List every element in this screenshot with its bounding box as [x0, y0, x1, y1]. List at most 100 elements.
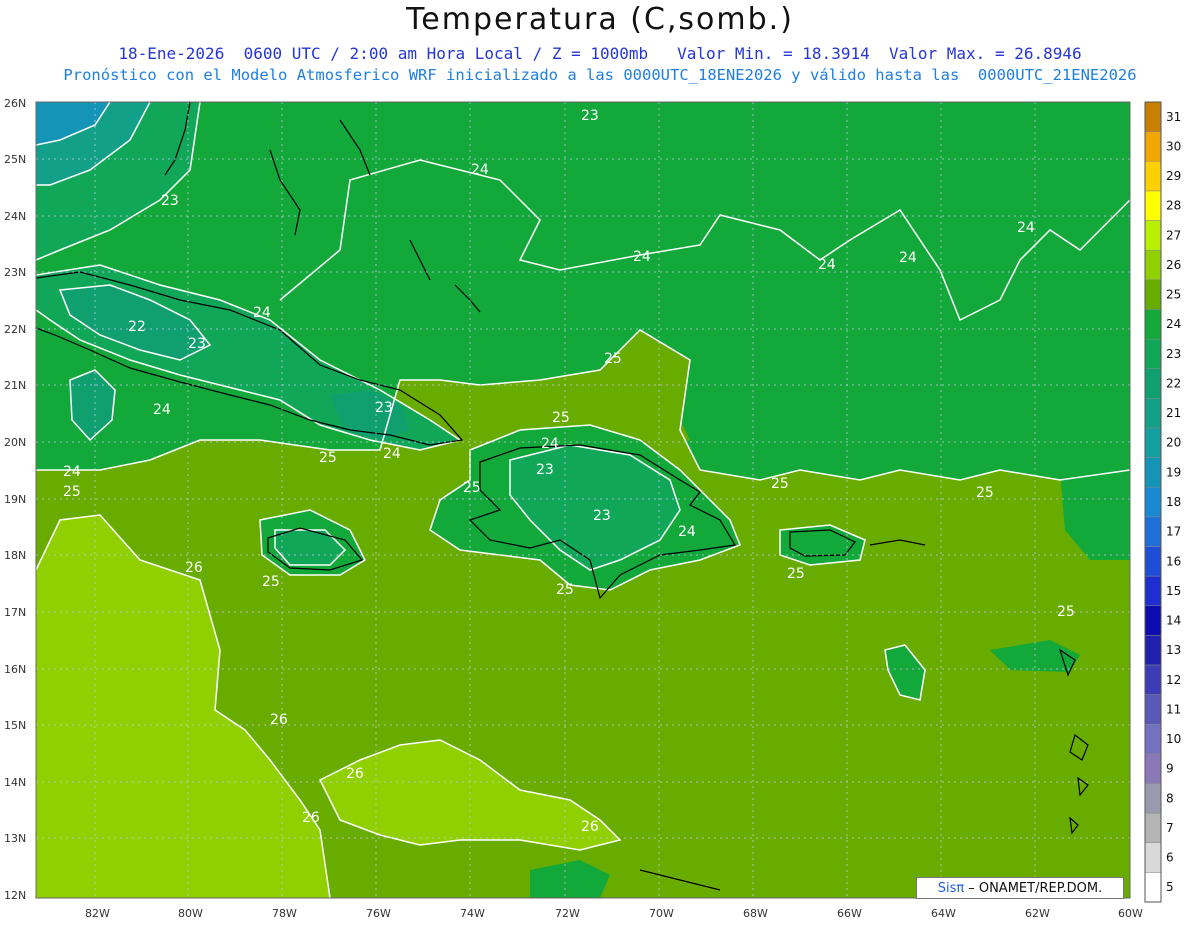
- contour-label: 25: [604, 351, 622, 367]
- colorbar-swatch: [1144, 635, 1162, 666]
- colorbar-label: 28: [1166, 199, 1181, 213]
- lon-label: 78W: [272, 907, 297, 920]
- temperature-field: 23 24 24 24 24 24 23 22 23 24 23 24 25 2…: [36, 102, 1130, 898]
- colorbar-label: 20: [1166, 436, 1181, 450]
- lon-label: 66W: [837, 907, 862, 920]
- contour-label: 24: [1017, 220, 1035, 236]
- colorbar-label: 10: [1166, 732, 1181, 746]
- colorbar-label: 7: [1166, 821, 1174, 835]
- lon-label: 62W: [1025, 907, 1050, 920]
- contour-label: 24: [541, 436, 559, 452]
- contour-label: 26: [346, 766, 364, 782]
- lat-label: 16N: [4, 663, 26, 676]
- colorbar-swatch: [1144, 427, 1162, 458]
- colorbar-swatch: [1144, 279, 1162, 310]
- colorbar-label: 21: [1166, 406, 1181, 420]
- contour-label: 24: [678, 524, 696, 540]
- lat-label: 15N: [4, 719, 26, 732]
- colorbar-label: 8: [1166, 791, 1174, 805]
- colorbar-label: 6: [1166, 851, 1174, 865]
- colorbar-label: 31: [1166, 110, 1181, 124]
- colorbar-label: 27: [1166, 228, 1181, 242]
- longitude-labels: 82W 80W 78W 76W 74W 72W 70W 68W 66W 64W …: [85, 907, 1143, 920]
- colorbar-swatch: [1144, 398, 1162, 429]
- colorbar-label: 15: [1166, 584, 1181, 598]
- colorbar-label: 29: [1166, 169, 1181, 183]
- colorbar-label: 25: [1166, 288, 1181, 302]
- contour-label: 26: [185, 560, 203, 576]
- contour-label: 26: [302, 810, 320, 826]
- lon-label: 64W: [931, 907, 956, 920]
- colorbar-label: 18: [1166, 495, 1181, 509]
- contour-label: 23: [593, 508, 611, 524]
- lon-label: 76W: [366, 907, 391, 920]
- colorbar: 5 6 7 8 9 10 11 12 13 14 15 16 17 18 19 20 21 22 23 24 25 26 2…: [1144, 101, 1181, 903]
- lat-label: 19N: [4, 493, 26, 506]
- colorbar-label: 17: [1166, 525, 1181, 539]
- colorbar-swatch: [1144, 723, 1162, 755]
- colorbar-label: 30: [1166, 139, 1181, 153]
- colorbar-swatch: [1144, 575, 1162, 606]
- colorbar-swatch: [1144, 783, 1162, 814]
- contour-label: 25: [63, 484, 81, 500]
- contour-label: 24: [253, 305, 271, 321]
- contour-label: 24: [633, 249, 651, 265]
- contour-label: 24: [818, 257, 836, 273]
- contour-label: 26: [581, 819, 599, 835]
- colorbar-label: 24: [1166, 317, 1181, 331]
- colorbar-swatch: [1144, 457, 1162, 488]
- colorbar-swatch: [1144, 190, 1162, 221]
- contour-label: 25: [552, 410, 570, 426]
- lat-label: 12N: [4, 889, 26, 902]
- temperature-map: 23 24 24 24 24 24 23 22 23 24 23 24 25 2…: [4, 97, 1181, 920]
- lon-label: 68W: [743, 907, 768, 920]
- lat-label: 26N: [4, 97, 26, 110]
- lat-label: 24N: [4, 210, 26, 223]
- contour-label: 25: [319, 450, 337, 466]
- contour-label: 25: [1057, 604, 1075, 620]
- colorbar-swatch: [1144, 812, 1162, 843]
- colorbar-swatch: [1144, 605, 1162, 636]
- contour-label: 24: [63, 464, 81, 480]
- colorbar-label: 26: [1166, 258, 1181, 272]
- credit-box: Sisπ – ONAMET/REP.DOM.: [916, 877, 1124, 899]
- lat-label: 22N: [4, 323, 26, 336]
- contour-label: 25: [771, 476, 789, 492]
- lat-label: 14N: [4, 776, 26, 789]
- contour-label: 22: [128, 319, 146, 335]
- lon-label: 80W: [178, 907, 203, 920]
- contour-label: 24: [899, 250, 917, 266]
- lon-label: 70W: [649, 907, 674, 920]
- lon-label: 60W: [1118, 907, 1143, 920]
- contour-label: 23: [161, 193, 179, 209]
- contour-label: 23: [536, 462, 554, 478]
- colorbar-swatch: [1144, 486, 1162, 518]
- colorbar-swatch: [1144, 872, 1162, 903]
- contour-label: 25: [463, 480, 481, 496]
- colorbar-swatch: [1144, 131, 1162, 162]
- contour-label: 23: [581, 108, 599, 124]
- lat-label: 20N: [4, 436, 26, 449]
- colorbar-label: 12: [1166, 673, 1181, 687]
- contour-label: 25: [787, 566, 805, 582]
- colorbar-label: 23: [1166, 347, 1181, 361]
- colorbar-swatch: [1144, 309, 1162, 340]
- lat-label: 17N: [4, 606, 26, 619]
- credit-text: – ONAMET/REP.DOM.: [968, 880, 1103, 896]
- colorbar-swatch: [1144, 368, 1162, 399]
- lat-label: 21N: [4, 379, 26, 392]
- contour-label: 26: [270, 712, 288, 728]
- contour-label: 25: [262, 574, 280, 590]
- contour-label: 24: [471, 162, 489, 178]
- lon-label: 72W: [555, 907, 580, 920]
- contour-label: 23: [375, 400, 393, 416]
- colorbar-swatch: [1144, 694, 1162, 725]
- lat-label: 25N: [4, 153, 26, 166]
- colorbar-swatch: [1144, 546, 1162, 577]
- colorbar-swatch: [1144, 161, 1162, 192]
- credit-brand: Sisπ: [937, 880, 965, 896]
- colorbar-label: 14: [1166, 614, 1181, 628]
- colorbar-label: 5: [1166, 880, 1174, 894]
- colorbar-label: 16: [1166, 554, 1181, 568]
- lon-label: 74W: [460, 907, 485, 920]
